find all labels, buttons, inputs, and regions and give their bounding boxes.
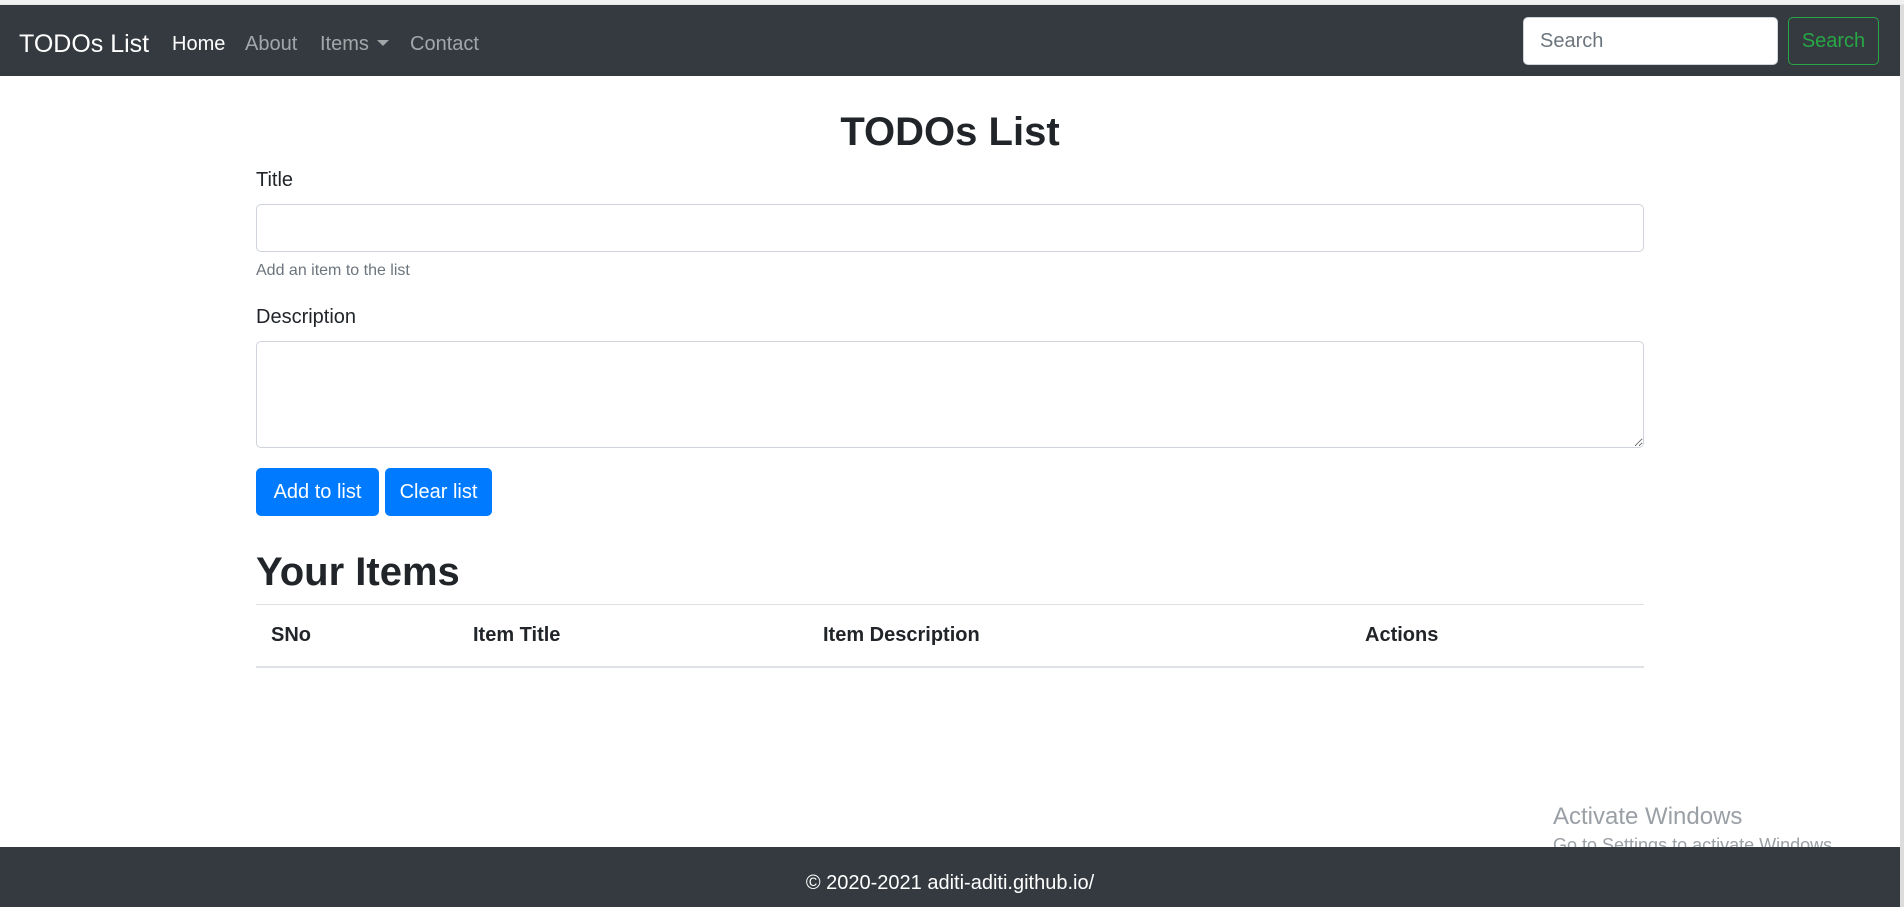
nav-link-contact[interactable]: Contact — [410, 32, 479, 56]
chevron-down-icon — [376, 40, 389, 46]
column-header-item-description: Item Description — [808, 604, 1350, 668]
page-scrollbar[interactable] — [1900, 5, 1904, 907]
footer-link[interactable] — [820, 901, 1080, 907]
nav-dropdown-items[interactable]: Items — [320, 32, 389, 56]
column-header-item-title: Item Title — [458, 604, 808, 668]
items-table: SNo Item Title Item Description Actions — [256, 604, 1644, 668]
description-textarea[interactable] — [256, 341, 1644, 448]
watermark-title: Activate Windows — [1553, 803, 1743, 830]
page-title: TODOs List — [840, 110, 1060, 154]
search-input[interactable] — [1523, 17, 1778, 65]
column-header-actions: Actions — [1350, 604, 1644, 668]
navbar-brand[interactable]: TODOs List — [19, 29, 149, 59]
title-label: Title — [256, 169, 294, 191]
description-label: Description — [256, 306, 357, 328]
page-footer: © 2020-2021 aditi-aditi.github.io/ — [0, 847, 1900, 907]
title-help-text: Add an item to the list — [256, 262, 410, 279]
column-header-sno: SNo — [256, 604, 458, 668]
top-navbar: TODOs List Home About Items Contact Sear… — [0, 5, 1900, 76]
title-input[interactable] — [256, 204, 1644, 252]
nav-link-home[interactable]: Home — [172, 32, 225, 56]
clear-list-button[interactable]: Clear list — [385, 468, 492, 516]
table-header-row: SNo Item Title Item Description Actions — [256, 604, 1644, 668]
nav-link-about[interactable]: About — [245, 32, 297, 56]
footer-copyright: © 2020-2021 aditi-aditi.github.io/ — [805, 872, 1095, 894]
nav-items-label: Items — [320, 33, 369, 55]
search-button[interactable]: Search — [1788, 17, 1879, 65]
your-items-heading: Your Items — [256, 550, 460, 594]
add-to-list-button[interactable]: Add to list — [256, 468, 379, 516]
